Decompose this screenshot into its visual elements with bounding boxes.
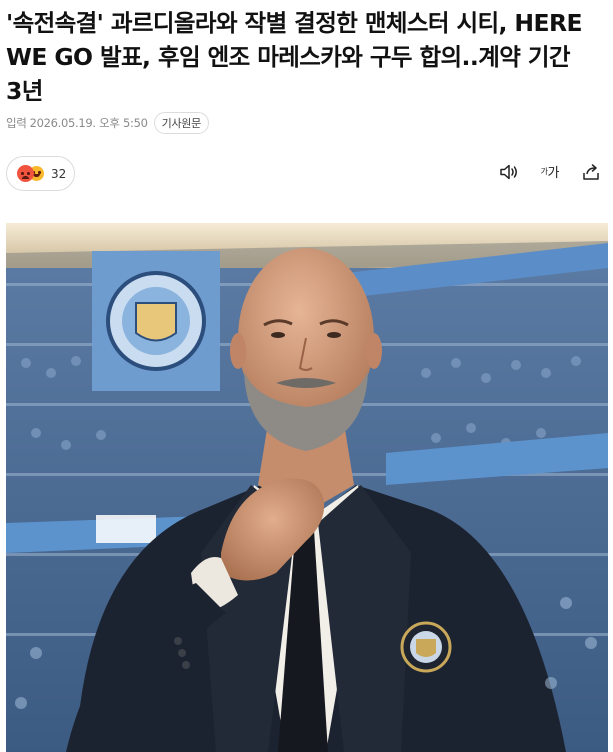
published-date: 2026.05.19. 오후 5:50 xyxy=(29,116,148,130)
photo-illustration xyxy=(6,223,608,752)
share-icon[interactable] xyxy=(581,163,601,181)
club-crest-icon xyxy=(400,621,452,673)
reaction-button[interactable]: 32 xyxy=(6,156,75,191)
input-label: 입력 xyxy=(6,116,27,130)
article-headline: '속전속결' 과르디올라와 작별 결정한 맨체스터 시티, HERE WE GO… xyxy=(6,9,583,105)
speaker-icon[interactable] xyxy=(499,163,519,181)
reaction-count: 32 xyxy=(51,166,67,181)
original-article-button[interactable]: 기사원문 xyxy=(153,112,209,134)
angry-emoji-icon xyxy=(17,165,34,182)
article-photo xyxy=(6,223,608,752)
font-size-button[interactable]: 가가 xyxy=(541,162,560,181)
article-meta: 입력 2026.05.19. 오후 5:50 기사원문 xyxy=(6,111,209,135)
article-tools: 가가 xyxy=(499,162,601,181)
